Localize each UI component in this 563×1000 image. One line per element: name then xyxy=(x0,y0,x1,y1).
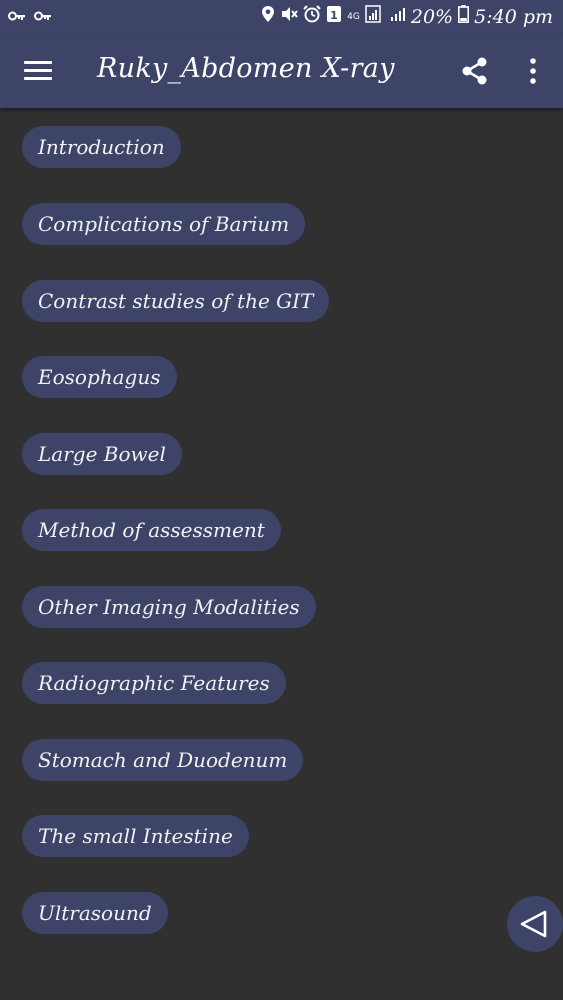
battery-icon xyxy=(458,5,470,28)
signal-bars-icon xyxy=(390,6,406,27)
mute-icon xyxy=(280,6,298,27)
clock: 5:40 pm xyxy=(474,5,553,28)
share-icon[interactable] xyxy=(460,56,490,86)
battery-percent: 20% xyxy=(410,5,454,28)
app-bar: Ruky_Abdomen X-ray xyxy=(0,34,563,108)
key-icon xyxy=(8,7,26,27)
topic-chip-small-intestine[interactable]: The small Intestine xyxy=(22,815,249,857)
page-title: Ruky_Abdomen X-ray xyxy=(97,53,395,84)
alarm-icon xyxy=(303,5,321,28)
network-type-label: 4G xyxy=(347,11,360,22)
signal-icon xyxy=(365,5,385,28)
svg-text:1: 1 xyxy=(330,9,338,22)
topic-chip-radiographic-features[interactable]: Radiographic Features xyxy=(22,662,286,704)
back-triangle-icon xyxy=(520,910,547,938)
key-icon xyxy=(34,7,52,27)
back-fab[interactable] xyxy=(507,896,563,952)
topic-chip-complications-of-barium[interactable]: Complications of Barium xyxy=(22,203,306,245)
menu-icon[interactable] xyxy=(24,61,52,81)
topic-chip-ultrasound[interactable]: Ultrasound xyxy=(22,892,168,934)
topic-chip-other-imaging-modalities[interactable]: Other Imaging Modalities xyxy=(22,586,316,628)
topic-chip-method-of-assessment[interactable]: Method of assessment xyxy=(22,509,281,551)
topic-chip-eosophagus[interactable]: Eosophagus xyxy=(22,356,177,398)
more-vert-icon[interactable] xyxy=(521,57,545,85)
location-icon xyxy=(261,5,275,28)
topic-chip-stomach-and-duodenum[interactable]: Stomach and Duodenum xyxy=(22,739,304,781)
status-bar: 1 4G 20% 5:40 pm xyxy=(0,0,563,34)
topic-chip-contrast-studies[interactable]: Contrast studies of the GIT xyxy=(22,280,330,322)
topic-chip-introduction[interactable]: Introduction xyxy=(22,126,181,168)
topic-chip-large-bowel[interactable]: Large Bowel xyxy=(22,433,182,475)
sim-icon: 1 xyxy=(326,5,342,28)
